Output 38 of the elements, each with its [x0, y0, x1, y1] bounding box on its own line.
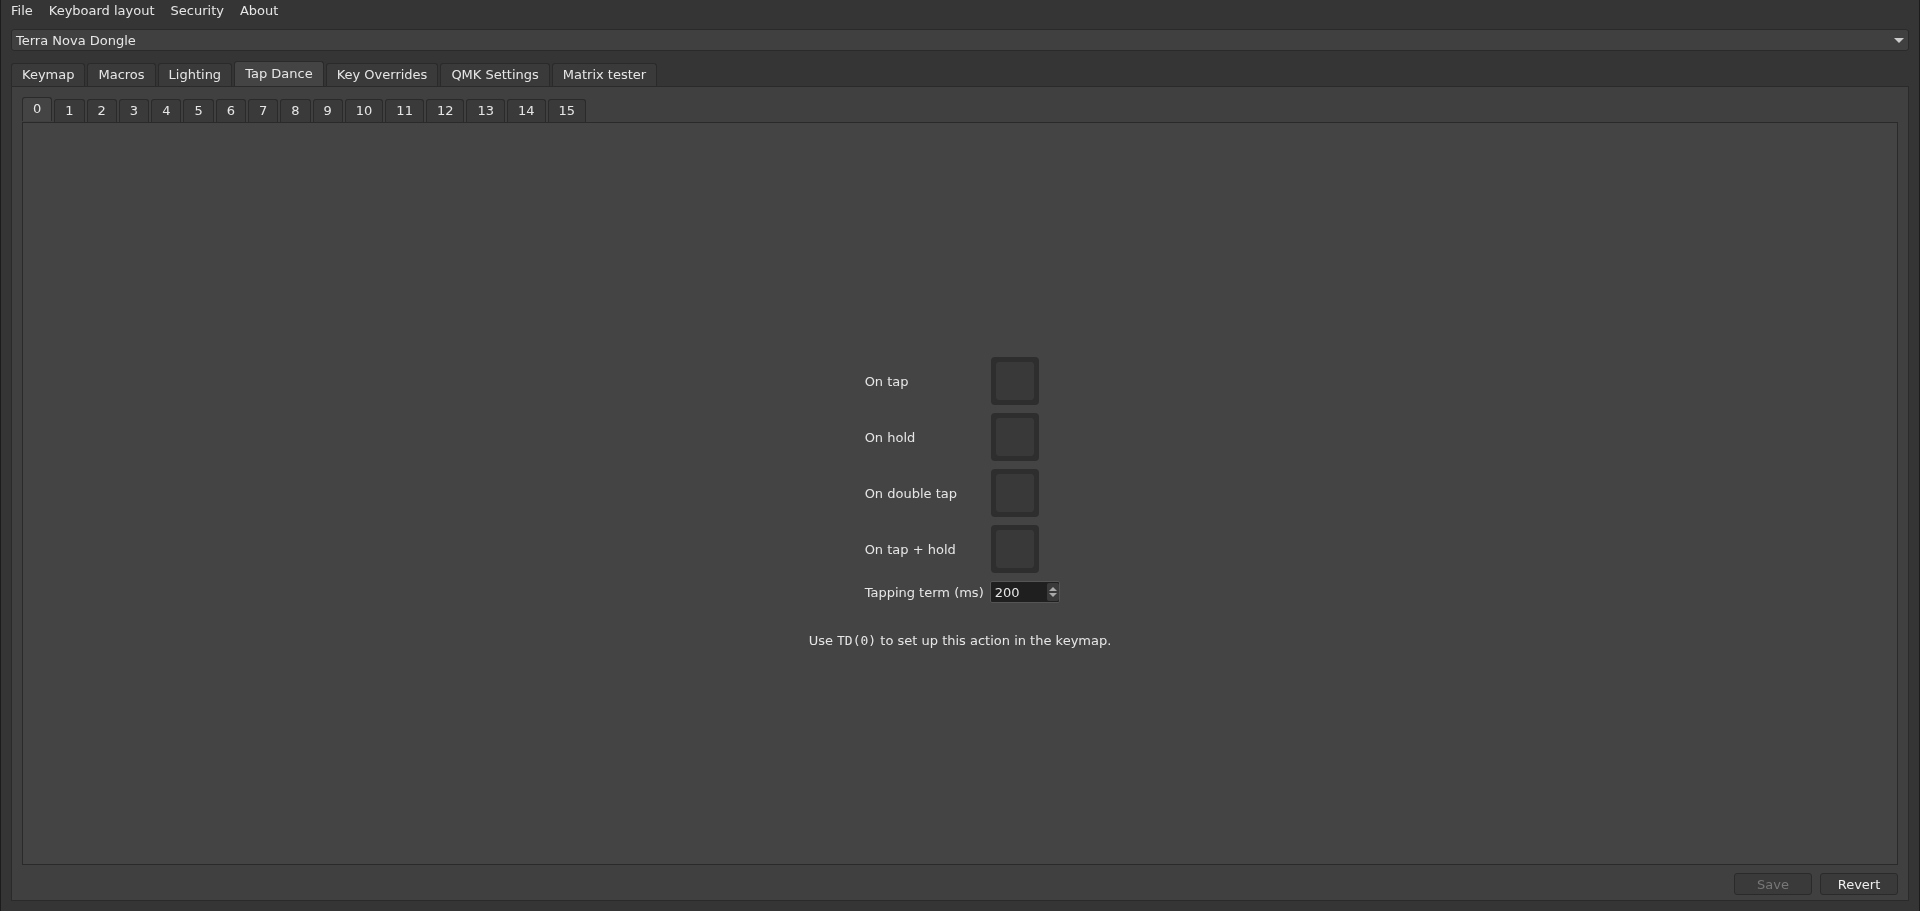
tab[interactable]: Tap Dance	[234, 61, 324, 86]
tab[interactable]: 2	[86, 99, 117, 122]
tab[interactable]: 0	[22, 97, 53, 121]
tab[interactable]: 8	[280, 99, 311, 122]
tab[interactable]: Matrix tester	[551, 63, 658, 86]
tab[interactable]: Keymap	[11, 63, 86, 86]
tab[interactable]: QMK Settings	[440, 63, 550, 86]
action-label: On tap + hold	[864, 541, 957, 557]
dropdown-caret-icon	[1894, 37, 1904, 43]
device-dropdown[interactable]: Terra Nova Dongle	[11, 29, 1909, 51]
tab[interactable]: 9	[312, 99, 343, 122]
tab[interactable]: 7	[247, 99, 279, 122]
tab[interactable]: Lighting	[157, 63, 233, 86]
tab[interactable]: 10	[344, 99, 384, 122]
tab[interactable]: 5	[183, 99, 214, 122]
action-label: On hold	[864, 429, 917, 445]
action-label: On tap	[864, 373, 910, 389]
field-label: Tapping term (ms)	[864, 584, 984, 600]
tab[interactable]: 3	[118, 99, 150, 122]
tab[interactable]: 12	[425, 99, 465, 122]
tab[interactable]: 6	[215, 99, 246, 122]
tab[interactable]: 13	[466, 99, 505, 122]
tab[interactable]: Key Overrides	[325, 63, 439, 86]
action-label: On double tap	[864, 485, 958, 501]
stepper-icon[interactable]	[1046, 583, 1059, 601]
tab[interactable]: 4	[151, 99, 182, 122]
tab[interactable]: Macros	[87, 63, 156, 86]
menu-item[interactable]: File	[3, 2, 41, 18]
tab[interactable]: 1	[54, 99, 85, 122]
action-button[interactable]: Revert	[1820, 873, 1898, 895]
tab[interactable]: 14	[507, 99, 546, 122]
menu-item[interactable]: Keyboard layout	[40, 2, 163, 18]
hint-text: Use TD(0) to set up this action in the keymap.	[808, 633, 1112, 648]
tab[interactable]: 15	[547, 99, 587, 122]
spin-box[interactable]: 200	[989, 581, 1060, 603]
menu-item[interactable]: About	[231, 2, 287, 18]
menu-item[interactable]: Security	[162, 2, 232, 18]
tab[interactable]: 11	[385, 99, 424, 122]
